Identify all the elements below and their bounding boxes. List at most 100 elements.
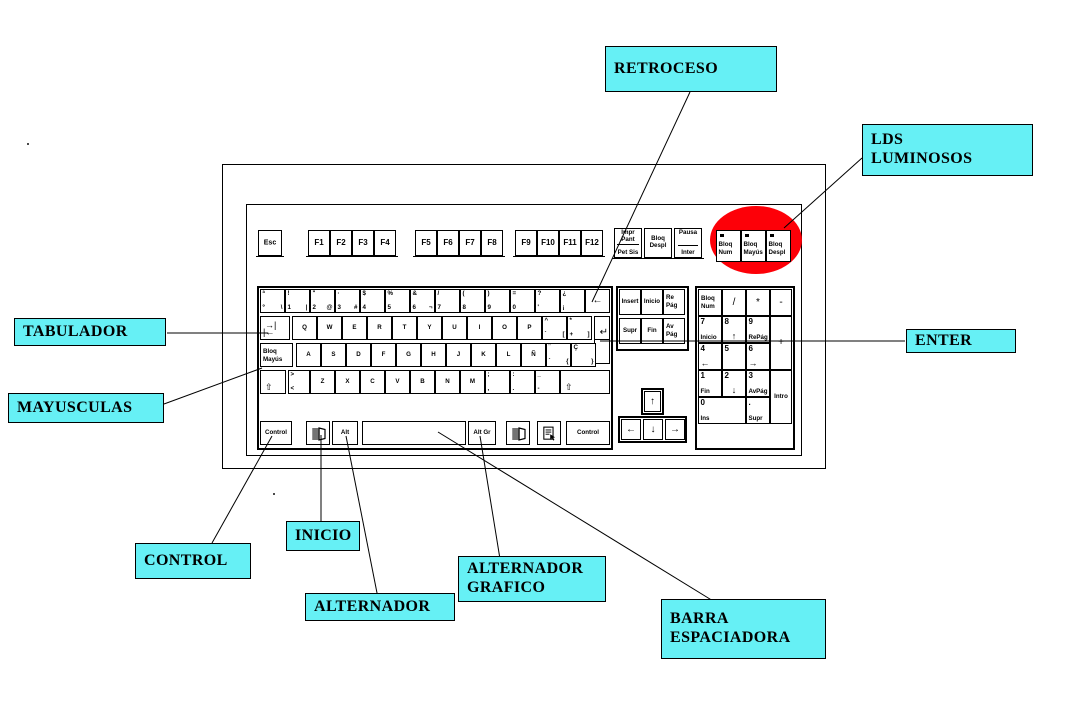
key-numpad-minus[interactable]: - [770,289,792,316]
key-enter-lower[interactable] [594,340,610,364]
key-numpad-0[interactable]: 0 Ins [698,397,746,424]
key-numpad-6[interactable]: 6 → [746,343,770,370]
key-f9[interactable]: F9 [515,230,537,256]
key-numpad-4[interactable]: 4 ← [698,343,722,370]
key-c[interactable]: C [360,370,385,394]
key-f4[interactable]: F4 [374,230,396,256]
key-b[interactable]: B [410,370,435,394]
key-shift-left[interactable]: ⇧ [260,370,286,394]
key-delete[interactable]: Supr [619,318,641,344]
key-numpad-7[interactable]: 7 Inicio [698,316,722,343]
key-5[interactable]: % 5 [385,289,410,313]
key-f1[interactable]: F1 [308,230,330,256]
key-9[interactable]: ) 9 [485,289,510,313]
key-numpad-2[interactable]: 2 ↓ [722,370,746,397]
key-z[interactable]: Z [310,370,335,394]
key-f2[interactable]: F2 [330,230,352,256]
key-space[interactable] [362,421,466,445]
key-arrow-left[interactable]: ← [621,419,641,440]
key-numpad-plus[interactable]: + [770,316,792,370]
key-numpad-5[interactable]: 5 [722,343,746,370]
key-h[interactable]: H [421,343,446,367]
key-tab[interactable]: →| |← [260,316,290,340]
key-k[interactable]: K [471,343,496,367]
key-control-left[interactable]: Control [260,421,292,445]
key-enter[interactable]: ↵ [594,316,610,340]
key-windows-left[interactable] [306,421,330,445]
key-apostrophe[interactable]: ? ' [535,289,560,313]
key-v[interactable]: V [385,370,410,394]
key-m[interactable]: M [460,370,485,394]
key-g[interactable]: G [396,343,421,367]
key-numpad-multiply[interactable]: * [746,289,770,316]
key-hyphen[interactable]: _ - [535,370,560,394]
key-comma[interactable]: ; , [485,370,510,394]
key-8[interactable]: ( 8 [460,289,485,313]
key-f7[interactable]: F7 [459,230,481,256]
key-ccedilla[interactable]: Ç } [571,343,596,367]
key-arrow-right[interactable]: → [665,419,685,440]
key-n[interactable]: N [435,370,460,394]
key-numpad-8[interactable]: 8 ↑ [722,316,746,343]
key-arrow-up[interactable]: ↑ [644,391,661,412]
key-x[interactable]: X [335,370,360,394]
key-p[interactable]: P [517,316,542,340]
key-0[interactable]: = 0 [510,289,535,313]
key-page-down[interactable]: Av Pág [663,318,685,344]
key-print-screen[interactable]: Impr Pant Pet Sis [614,228,642,258]
key-enye[interactable]: Ñ [521,343,546,367]
key-pause-break[interactable]: Pausa Inter [674,228,702,258]
key-numpad-1[interactable]: 1 Fin [698,370,722,397]
key-4[interactable]: $ 4 [360,289,385,313]
key-windows-right[interactable] [506,421,530,445]
key-backspace[interactable]: ← [585,289,610,313]
key-f12[interactable]: F12 [581,230,603,256]
key-arrow-down[interactable]: ↓ [643,419,663,440]
key-home[interactable]: Inicio [641,289,663,315]
key-f8[interactable]: F8 [481,230,503,256]
key-f10[interactable]: F10 [537,230,559,256]
key-f6[interactable]: F6 [437,230,459,256]
key-2[interactable]: " 2 @ [310,289,335,313]
key-o[interactable]: O [492,316,517,340]
key-6[interactable]: & 6 ¬ [410,289,435,313]
key-less-greater[interactable]: > < [288,370,310,394]
key-numpad-9[interactable]: 9 RePág [746,316,770,343]
key-q[interactable]: Q [292,316,317,340]
key-f5[interactable]: F5 [415,230,437,256]
key-3[interactable]: · 3 # [335,289,360,313]
key-masculine-ordinal[interactable]: ª º \ [260,289,285,313]
key-grave-accent[interactable]: ^ ` [ [542,316,567,340]
key-numpad-3[interactable]: 3 AvPág [746,370,770,397]
key-numpad-decimal[interactable]: . Supr [746,397,770,424]
key-u[interactable]: U [442,316,467,340]
key-j[interactable]: J [446,343,471,367]
key-1[interactable]: ! 1 | [285,289,310,313]
key-plus[interactable]: * + ] [567,316,592,340]
key-period[interactable]: : . [510,370,535,394]
key-a[interactable]: A [296,343,321,367]
key-scroll-lock[interactable]: Bloq Despl [644,228,672,258]
key-shift-right[interactable]: ⇧ [560,370,610,394]
key-end[interactable]: Fin [641,318,663,344]
key-w[interactable]: W [317,316,342,340]
key-f[interactable]: F [371,343,396,367]
key-t[interactable]: T [392,316,417,340]
key-diaeresis[interactable]: ¨ ´ { [546,343,571,367]
key-num-lock[interactable]: Bloq Num [698,289,722,316]
key-control-right[interactable]: Control [566,421,610,445]
key-alt[interactable]: Alt [332,421,358,445]
key-s[interactable]: S [321,343,346,367]
key-i[interactable]: I [467,316,492,340]
key-r[interactable]: R [367,316,392,340]
key-e[interactable]: E [342,316,367,340]
key-page-up[interactable]: Re Pág [663,289,685,315]
key-alt-gr[interactable]: Alt Gr [468,421,496,445]
key-insert[interactable]: Insert [619,289,641,315]
key-f3[interactable]: F3 [352,230,374,256]
key-d[interactable]: D [346,343,371,367]
key-context-menu[interactable] [537,421,561,445]
key-f11[interactable]: F11 [559,230,581,256]
key-y[interactable]: Y [417,316,442,340]
key-caps-lock[interactable]: Bloq Mayús [260,343,293,367]
